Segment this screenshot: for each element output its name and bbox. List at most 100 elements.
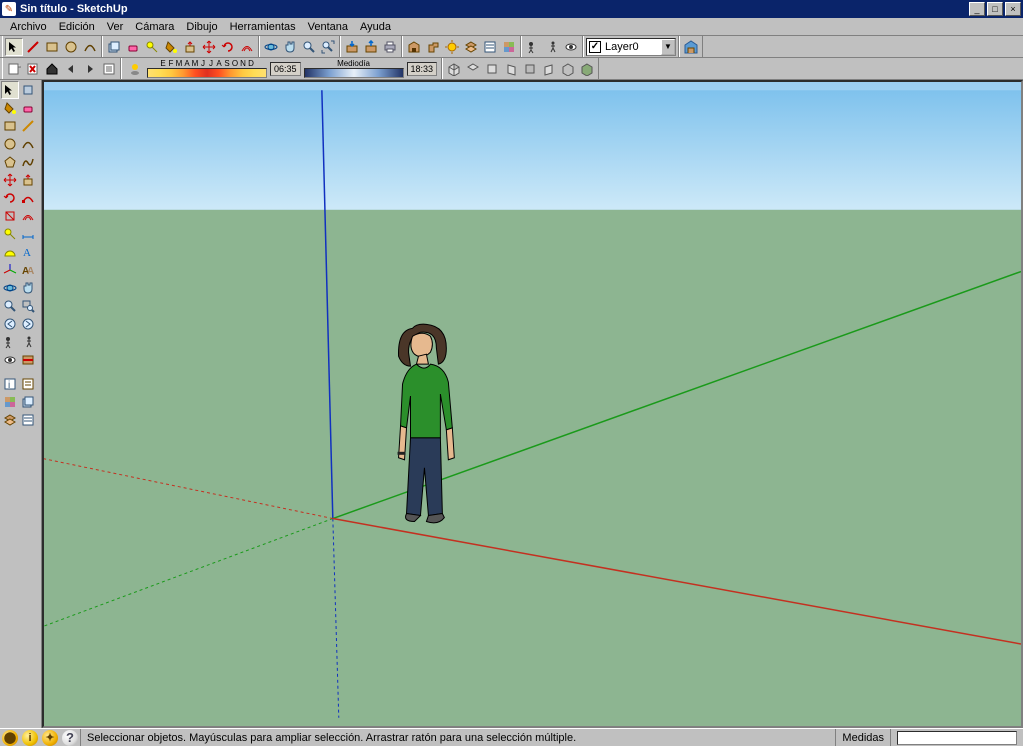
menu-archivo[interactable]: Archivo bbox=[4, 20, 53, 34]
scene-new-icon[interactable] bbox=[5, 60, 23, 78]
polygon-icon[interactable] bbox=[1, 153, 19, 171]
menu-dibujo[interactable]: Dibujo bbox=[180, 20, 223, 34]
eraser-tool-icon[interactable] bbox=[124, 38, 142, 56]
zoom-icon[interactable] bbox=[300, 38, 318, 56]
view-right-icon[interactable] bbox=[502, 60, 520, 78]
time-slider[interactable] bbox=[304, 68, 404, 78]
position-camera-icon[interactable] bbox=[524, 38, 542, 56]
rectangle-icon[interactable] bbox=[1, 117, 19, 135]
scene-home-icon[interactable] bbox=[43, 60, 61, 78]
status-hint3-icon[interactable]: ✦ bbox=[42, 730, 58, 746]
scene-prev-icon[interactable] bbox=[62, 60, 80, 78]
paint-bucket-icon[interactable] bbox=[1, 99, 19, 117]
measures-input[interactable] bbox=[897, 731, 1017, 745]
entity-info-icon[interactable] bbox=[19, 375, 37, 393]
view-iso-icon[interactable] bbox=[445, 60, 463, 78]
pan-icon[interactable] bbox=[19, 279, 37, 297]
component-paint-icon[interactable] bbox=[19, 81, 37, 99]
layers-icon[interactable] bbox=[462, 38, 480, 56]
protractor-icon[interactable] bbox=[1, 243, 19, 261]
line-tool-icon[interactable] bbox=[24, 38, 42, 56]
select-icon[interactable] bbox=[1, 81, 19, 99]
menu-edicion[interactable]: Edición bbox=[53, 20, 101, 34]
make-component-icon[interactable] bbox=[105, 38, 123, 56]
status-hint2-icon[interactable]: i bbox=[22, 730, 38, 746]
scale-icon[interactable] bbox=[1, 207, 19, 225]
outliner-icon[interactable] bbox=[481, 38, 499, 56]
date-slider[interactable] bbox=[147, 68, 267, 78]
styles-icon[interactable] bbox=[500, 38, 518, 56]
model-info-icon[interactable]: i bbox=[1, 375, 19, 393]
view-top-icon[interactable] bbox=[464, 60, 482, 78]
style-wire-icon[interactable] bbox=[559, 60, 577, 78]
3d-text-icon[interactable]: AA bbox=[19, 261, 37, 279]
freehand-icon[interactable] bbox=[19, 153, 37, 171]
zoom-extents-icon[interactable] bbox=[319, 38, 337, 56]
walk-icon[interactable] bbox=[19, 333, 37, 351]
warehouse2-icon[interactable] bbox=[424, 38, 442, 56]
walk-icon[interactable] bbox=[543, 38, 561, 56]
text-icon[interactable]: A bbox=[19, 243, 37, 261]
eraser-icon[interactable] bbox=[19, 99, 37, 117]
arc-icon[interactable] bbox=[19, 135, 37, 153]
zoom-window-icon[interactable] bbox=[19, 297, 37, 315]
menu-camara[interactable]: Cámara bbox=[129, 20, 180, 34]
components-icon[interactable] bbox=[19, 393, 37, 411]
paint-bucket-icon[interactable] bbox=[162, 38, 180, 56]
move-icon[interactable] bbox=[1, 171, 19, 189]
chevron-down-icon[interactable]: ▼ bbox=[661, 39, 675, 55]
scene-next-icon[interactable] bbox=[81, 60, 99, 78]
offset-icon[interactable] bbox=[19, 207, 37, 225]
circle-icon[interactable] bbox=[1, 135, 19, 153]
push-pull-icon[interactable] bbox=[181, 38, 199, 56]
menu-ventana[interactable]: Ventana bbox=[302, 20, 354, 34]
view-back-icon[interactable] bbox=[521, 60, 539, 78]
look-around-icon[interactable] bbox=[562, 38, 580, 56]
circle-tool-icon[interactable] bbox=[62, 38, 80, 56]
rotate-icon[interactable] bbox=[219, 38, 237, 56]
outliner-icon[interactable] bbox=[19, 411, 37, 429]
axes-icon[interactable] bbox=[1, 261, 19, 279]
close-button[interactable]: × bbox=[1005, 2, 1021, 16]
scene-list-icon[interactable] bbox=[100, 60, 118, 78]
look-around-icon[interactable] bbox=[1, 351, 19, 369]
offset-icon[interactable] bbox=[238, 38, 256, 56]
layer-visible-checkbox[interactable]: ✓ bbox=[589, 41, 601, 53]
3d-warehouse-icon[interactable] bbox=[682, 38, 700, 56]
get-models-icon[interactable] bbox=[343, 38, 361, 56]
warehouse-icon[interactable] bbox=[405, 38, 423, 56]
orbit-icon[interactable] bbox=[1, 279, 19, 297]
menu-ayuda[interactable]: Ayuda bbox=[354, 20, 397, 34]
prev-view-icon[interactable] bbox=[1, 315, 19, 333]
next-view-icon[interactable] bbox=[19, 315, 37, 333]
push-pull-icon[interactable] bbox=[19, 171, 37, 189]
rectangle-tool-icon[interactable] bbox=[43, 38, 61, 56]
viewport[interactable] bbox=[42, 80, 1023, 728]
status-hint1-icon[interactable]: ⬤ bbox=[2, 730, 18, 746]
view-front-icon[interactable] bbox=[483, 60, 501, 78]
line-icon[interactable] bbox=[19, 117, 37, 135]
help-icon[interactable]: ? bbox=[62, 730, 78, 746]
minimize-button[interactable]: _ bbox=[969, 2, 985, 16]
tape-measure-icon[interactable] bbox=[143, 38, 161, 56]
position-camera-icon[interactable] bbox=[1, 333, 19, 351]
zoom-icon[interactable] bbox=[1, 297, 19, 315]
dimension-icon[interactable] bbox=[19, 225, 37, 243]
style-shaded-icon[interactable] bbox=[578, 60, 596, 78]
shadow-toggle-icon[interactable] bbox=[443, 38, 461, 56]
section-icon[interactable] bbox=[19, 351, 37, 369]
layer-dropdown[interactable]: ✓ Layer0 ▼ bbox=[586, 38, 676, 56]
rotate-icon[interactable] bbox=[1, 189, 19, 207]
move-icon[interactable] bbox=[200, 38, 218, 56]
maximize-button[interactable]: □ bbox=[987, 2, 1003, 16]
menu-ver[interactable]: Ver bbox=[101, 20, 130, 34]
scene-canvas[interactable] bbox=[44, 82, 1021, 726]
share-model-icon[interactable] bbox=[362, 38, 380, 56]
follow-me-icon[interactable] bbox=[19, 189, 37, 207]
arc-tool-icon[interactable] bbox=[81, 38, 99, 56]
pan-icon[interactable] bbox=[281, 38, 299, 56]
shadow-on-icon[interactable] bbox=[126, 60, 144, 78]
materials-icon[interactable] bbox=[1, 393, 19, 411]
layers-dlg-icon[interactable] bbox=[1, 411, 19, 429]
scene-del-icon[interactable] bbox=[24, 60, 42, 78]
